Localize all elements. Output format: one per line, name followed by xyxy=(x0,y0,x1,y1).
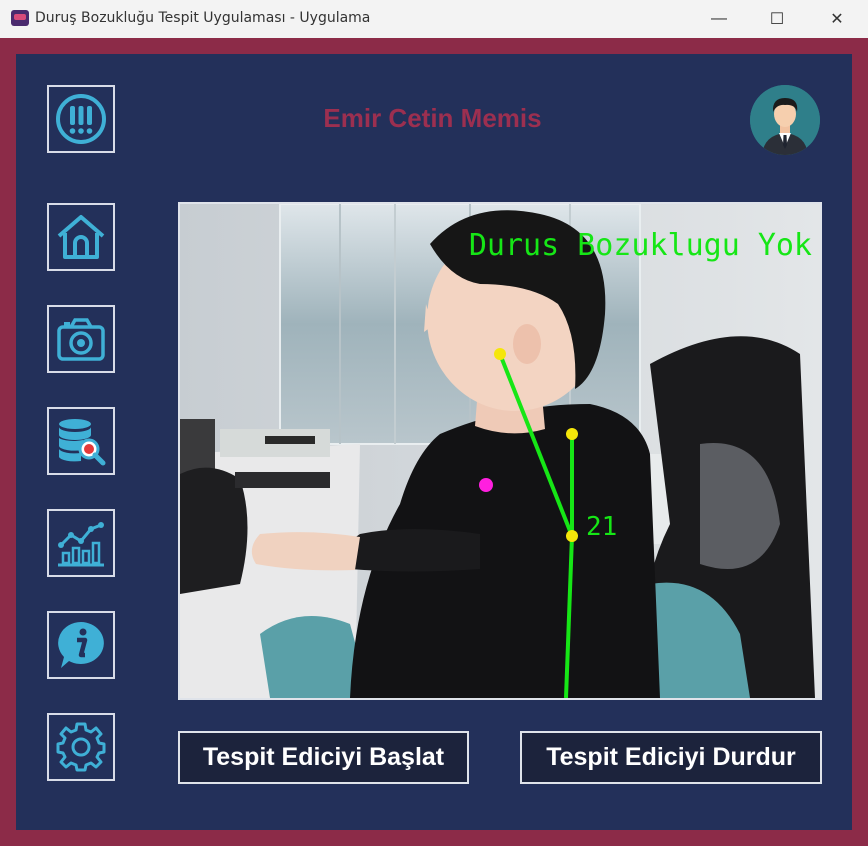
shoulder-top-landmark xyxy=(566,428,578,440)
shoulder-landmark xyxy=(566,530,578,542)
sidebar-item-info[interactable] xyxy=(47,611,115,679)
maximize-button[interactable]: ☐ xyxy=(748,0,806,38)
username-label: Emir Cetin Memis xyxy=(323,103,542,133)
avatar[interactable] xyxy=(750,85,820,155)
ear-landmark xyxy=(494,348,506,360)
reference-landmark xyxy=(479,478,493,492)
sidebar-item-home[interactable] xyxy=(47,203,115,271)
start-detector-button[interactable]: Tespit Ediciyi Başlat xyxy=(178,731,469,784)
stop-detector-button[interactable]: Tespit Ediciyi Durdur xyxy=(520,731,822,784)
database-search-icon xyxy=(59,419,106,466)
user-avatar-icon xyxy=(750,85,820,155)
sidebar-item-camera[interactable] xyxy=(47,305,115,373)
close-button[interactable]: ✕ xyxy=(808,0,866,38)
sidebar-item-settings[interactable] xyxy=(47,713,115,781)
app-icon xyxy=(11,10,29,26)
gear-icon xyxy=(56,722,106,772)
neck-angle-value: 21 xyxy=(586,512,618,542)
sidebar-item-alerts[interactable] xyxy=(47,85,115,153)
alert-icon xyxy=(56,94,106,144)
home-icon xyxy=(57,215,105,259)
camera-icon xyxy=(57,318,105,361)
minimize-button[interactable]: — xyxy=(690,0,748,38)
camera-scene xyxy=(180,204,820,698)
title-bar: Duruş Bozukluğu Tespit Uygulaması - Uygu… xyxy=(0,0,868,39)
posture-status-text: Durus Bozuklugu Yok xyxy=(468,228,812,263)
sidebar-item-statistics[interactable] xyxy=(47,509,115,577)
window-title: Duruş Bozukluğu Tespit Uygulaması - Uygu… xyxy=(35,10,371,26)
chart-icon xyxy=(58,522,104,567)
sidebar-item-records[interactable] xyxy=(47,407,115,475)
info-icon xyxy=(58,622,104,668)
camera-feed: Durus Bozuklugu Yok 21 xyxy=(178,202,822,700)
app-window: Duruş Bozukluğu Tespit Uygulaması - Uygu… xyxy=(0,0,868,846)
